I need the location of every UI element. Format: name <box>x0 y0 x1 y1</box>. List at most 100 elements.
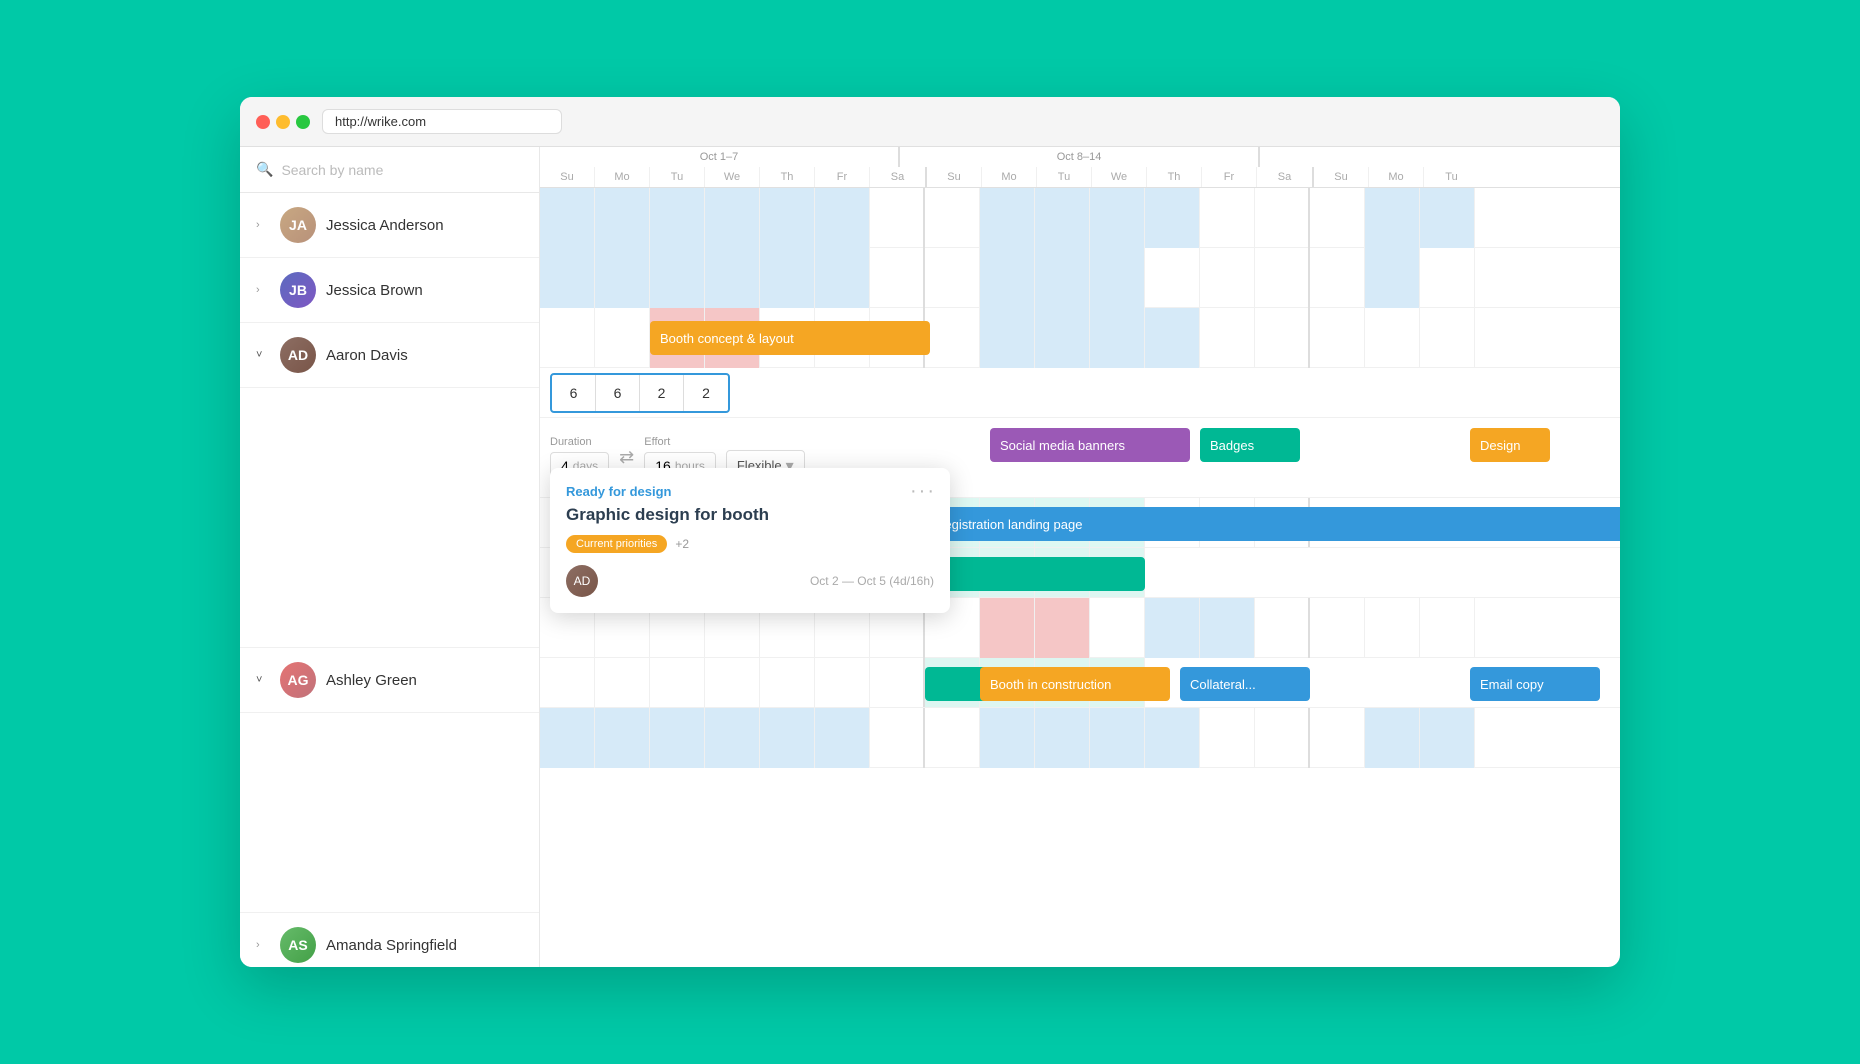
cell-ag-sa2 <box>1255 598 1310 658</box>
cell-jb-mo1 <box>595 248 650 308</box>
bar-collateral-label: Collateral... <box>1190 677 1256 692</box>
search-placeholder[interactable]: Search by name <box>281 162 383 178</box>
popup-footer: AD Oct 2 — Oct 5 (4d/16h) <box>566 565 934 597</box>
day-mo-3: Mo <box>1369 167 1424 187</box>
popup-status: Ready for design <box>566 484 934 499</box>
bar-registration[interactable]: Registration landing page <box>925 507 1620 541</box>
num-box-3[interactable]: 2 <box>640 375 684 411</box>
cell-jb-su1 <box>540 248 595 308</box>
cell-ag-su3 <box>1310 598 1365 658</box>
avatar-jessica-anderson: JA <box>280 207 316 243</box>
row-aaron-numboxes: 6 6 2 2 <box>540 368 1620 418</box>
cell-ja-tu2 <box>1035 188 1090 248</box>
chevron-right-icon-2: › <box>256 284 270 296</box>
cell-jb-fr1 <box>815 248 870 308</box>
day-th-2: Th <box>1147 167 1202 187</box>
sidebar-item-amanda-springfield[interactable]: › AS Amanda Springfield <box>240 913 539 967</box>
bar-design-label: Design <box>1480 438 1520 453</box>
avatar-ashley-green: AG <box>280 662 316 698</box>
sidebar-item-ashley-green[interactable]: ˅ AG Ashley Green <box>240 648 539 713</box>
duration-label: Duration <box>550 436 609 448</box>
num-box-2[interactable]: 6 <box>596 375 640 411</box>
person-name-jessica-brown: Jessica Brown <box>326 282 423 299</box>
person-name-aaron-davis: Aaron Davis <box>326 347 408 364</box>
cell-ad-su1 <box>540 308 595 368</box>
popup-more-button[interactable]: ··· <box>910 480 936 503</box>
day-mo-1: Mo <box>595 167 650 187</box>
avatar-amanda-springfield: AS <box>280 927 316 963</box>
calendar-body: Booth concept & layout 6 6 2 2 <box>540 188 1620 768</box>
calendar-area: Oct 1–7 Oct 8–14 Su Mo Tu We Th Fr Sa <box>540 147 1620 967</box>
cell-jb-tu1 <box>650 248 705 308</box>
sidebar-item-jessica-brown[interactable]: › JB Jessica Brown <box>240 258 539 323</box>
num-box-1[interactable]: 6 <box>552 375 596 411</box>
cell-jb-mo2 <box>980 248 1035 308</box>
minimize-dot[interactable] <box>276 115 290 129</box>
url-bar[interactable]: http://wrike.com <box>322 109 562 134</box>
cell-ja-we2 <box>1090 188 1145 248</box>
cell-ja-sa2 <box>1255 188 1310 248</box>
exchange-icon: ⇄ <box>619 447 634 468</box>
bar-collateral[interactable]: Collateral... <box>1180 667 1310 701</box>
week2-days: Su Mo Tu We Th Fr Sa <box>927 167 1314 187</box>
maximize-dot[interactable] <box>296 115 310 129</box>
cell-ja-tu3 <box>1420 188 1475 248</box>
bar-badges-label: Badges <box>1210 438 1254 453</box>
close-dot[interactable] <box>256 115 270 129</box>
bar-badges[interactable]: Badges <box>1200 428 1300 462</box>
cell-ag-tu2 <box>1035 598 1090 658</box>
cell-jb-sa2 <box>1255 248 1310 308</box>
sidebar: 🔍 Search by name › JA Jessica Anderson ›… <box>240 147 540 967</box>
bar-teal-extra[interactable] <box>925 557 1145 591</box>
cell-ad-sa2 <box>1255 308 1310 368</box>
cell-as-we2 <box>1090 708 1145 768</box>
bar-email-copy-label: Email copy <box>1480 677 1544 692</box>
day-sa-1: Sa <box>870 167 925 187</box>
num-box-4[interactable]: 2 <box>684 375 728 411</box>
person-name-ashley-green: Ashley Green <box>326 672 417 689</box>
cell-as-we1 <box>705 708 760 768</box>
bar-design[interactable]: Design <box>1470 428 1550 462</box>
sidebar-item-aaron-davis[interactable]: ˅ AD Aaron Davis <box>240 323 539 388</box>
day-headers-row: Su Mo Tu We Th Fr Sa Su Mo Tu We Th <box>540 167 1620 187</box>
cell-as-fr1 <box>815 708 870 768</box>
day-su-2: Su <box>927 167 982 187</box>
cell-ag-tu3 <box>1420 598 1475 658</box>
sidebar-item-jessica-anderson[interactable]: › JA Jessica Anderson <box>240 193 539 258</box>
bar-booth-concept[interactable]: Booth concept & layout <box>650 321 930 355</box>
row-jessica-anderson <box>540 188 1620 248</box>
cell-ad-mo2 <box>980 308 1035 368</box>
search-bar-container: 🔍 Search by name <box>240 147 539 193</box>
bar-registration-label: Registration landing page <box>935 517 1082 532</box>
cell-as-fr2 <box>1200 708 1255 768</box>
bar-social-media[interactable]: Social media banners <box>990 428 1190 462</box>
bar-email-copy[interactable]: Email copy <box>1470 667 1600 701</box>
day-tu-3: Tu <box>1424 167 1479 187</box>
popup-date: Oct 2 — Oct 5 (4d/16h) <box>810 574 934 588</box>
cell-as-su1 <box>540 708 595 768</box>
popup-tag: Current priorities <box>566 535 667 553</box>
popup-tag-more: +2 <box>675 537 689 551</box>
day-fr-1: Fr <box>815 167 870 187</box>
cell-as-mo2 <box>980 708 1035 768</box>
cell-ja-th2 <box>1145 188 1200 248</box>
day-tu-2: Tu <box>1037 167 1092 187</box>
cell-ag-mo2 <box>980 598 1035 658</box>
bar-booth-construction[interactable]: Booth in construction <box>980 667 1170 701</box>
row-aaron-davis: Booth concept & layout <box>540 308 1620 368</box>
cell-ad-tu3 <box>1420 308 1475 368</box>
cell-ad-fr2 <box>1200 308 1255 368</box>
search-icon: 🔍 <box>256 161 273 178</box>
day-su-3: Su <box>1314 167 1369 187</box>
cell-ja-th1 <box>760 188 815 248</box>
cell-jb-tu2 <box>1035 248 1090 308</box>
cell-ad-we2 <box>1090 308 1145 368</box>
chevron-down-icon-ashley: ˅ <box>256 674 270 686</box>
ashley-green-expanded-rows <box>240 713 539 913</box>
day-we-1: We <box>705 167 760 187</box>
bar-booth-concept-label: Booth concept & layout <box>660 331 794 346</box>
cell-as-tu2 <box>1035 708 1090 768</box>
browser-bar: http://wrike.com <box>240 97 1620 147</box>
cell-jb-th1 <box>760 248 815 308</box>
cell-ad-mo1 <box>595 308 650 368</box>
